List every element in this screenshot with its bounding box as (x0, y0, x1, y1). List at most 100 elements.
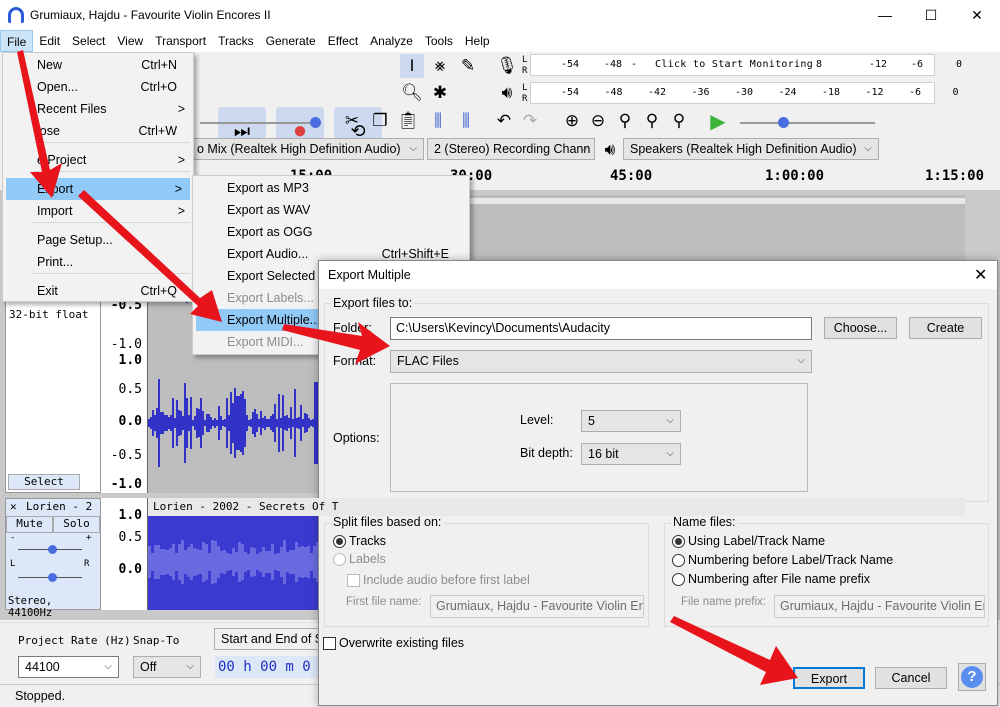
export-menu-item-export-as-ogg[interactable]: Export as OGG (193, 221, 469, 243)
first-file-name-input[interactable]: Grumiaux, Hajdu - Favourite Violin Enc (430, 595, 644, 618)
file-menu-item-recent-files[interactable]: Recent Files > (3, 98, 193, 120)
track2-close-icon[interactable]: ✕ (10, 500, 17, 513)
zoom-tool-icon[interactable]: 🔍︎ (400, 81, 424, 105)
menu-select[interactable]: Select (66, 30, 111, 52)
microphone-icon[interactable]: 🎙︎ (495, 54, 519, 78)
volume-slider[interactable] (200, 117, 321, 128)
draw-tool-icon[interactable]: ✎ (456, 54, 480, 78)
export-button[interactable]: Export (793, 667, 865, 689)
input-device-select[interactable]: o Mix (Realtek High Definition Audio) ⌵ (190, 138, 424, 160)
folder-input[interactable]: C:\Users\Kevincy\Documents\Audacity (390, 317, 812, 340)
track1-select-button[interactable]: Select (8, 474, 80, 490)
gain-slider[interactable] (18, 545, 82, 554)
copy-icon[interactable]: ❐ (368, 109, 392, 133)
menu-help[interactable]: Help (459, 30, 496, 52)
minimize-button[interactable]: — (862, 0, 908, 30)
menu-tools[interactable]: Tools (419, 30, 459, 52)
name-numbering-after-radio[interactable] (672, 573, 685, 586)
split-tracks-radio[interactable] (333, 535, 346, 548)
menu-file[interactable]: File (0, 30, 34, 52)
name-numbering-before-radio[interactable] (672, 554, 685, 567)
cancel-button[interactable]: Cancel (875, 667, 947, 689)
overwrite-checkbox[interactable] (323, 637, 336, 650)
bit-depth-select[interactable]: 16 bit ⌵ (581, 443, 681, 465)
menu-effect[interactable]: Effect (322, 30, 364, 52)
folder-label: Folder: (333, 321, 372, 335)
dialog-close-icon[interactable]: ✕ (974, 265, 987, 285)
track2-name-menu[interactable]: Lorien - 2 (26, 500, 92, 513)
menu-item-label: lose (37, 124, 60, 138)
file-menu-item-import[interactable]: Import > (3, 200, 193, 222)
project-rate-select[interactable]: 44100 ⌵ (18, 656, 119, 678)
menu-generate[interactable]: Generate (260, 30, 322, 52)
file-menu-item-exit[interactable]: Exit Ctrl+Q (3, 280, 193, 302)
menu-view[interactable]: View (111, 30, 149, 52)
file-menu-item-new[interactable]: New Ctrl+N (3, 54, 193, 76)
channels-select[interactable]: 2 (Stereo) Recording Chann ⌵ (427, 138, 595, 160)
meter-tick: -54 (561, 59, 580, 70)
file-menu-item-print-[interactable]: Print... (3, 251, 193, 273)
menu-edit[interactable]: Edit (33, 30, 66, 52)
scale-label: -0.5 (110, 448, 142, 463)
speaker-icon[interactable]: 🔊︎ (495, 81, 519, 105)
menu-analyze[interactable]: Analyze (364, 30, 419, 52)
audacity-logo-icon (8, 7, 24, 23)
export-menu-item-export-as-wav[interactable]: Export as WAV (193, 199, 469, 221)
close-button[interactable]: ✕ (954, 0, 1000, 30)
click-to-monitor-hint[interactable]: Click to Start Monitoring (655, 59, 813, 70)
playback-meter[interactable]: L R -54 -48 -42 -36 -30 -24 -18 -12 -6 0 (522, 82, 959, 104)
zoom-toggle-icon[interactable]: ⚲ (667, 109, 691, 133)
file-menu-item-e-project[interactable]: e Project > (3, 149, 193, 171)
silence-icon[interactable]: ⫼ (454, 109, 478, 133)
snap-to-select[interactable]: Off ⌵ (133, 656, 201, 678)
format-select[interactable]: FLAC Files ⌵ (390, 350, 812, 373)
redo-icon[interactable]: ↷ (518, 109, 542, 133)
include-audio-checkbox[interactable] (347, 574, 360, 587)
maximize-button[interactable]: ☐ (908, 0, 954, 30)
trim-icon[interactable]: ⫼ (426, 109, 450, 133)
help-icon: ? (961, 666, 983, 688)
menu-transport[interactable]: Transport (149, 30, 212, 52)
choose-button[interactable]: Choose... (824, 317, 897, 339)
track1-info: 32-bit float (9, 308, 89, 321)
scale-label: 0.5 (118, 530, 142, 545)
selection-start-time[interactable]: 00 h 00 m 0 (215, 656, 325, 678)
pan-slider[interactable] (18, 573, 82, 582)
multi-tool-icon[interactable]: ✱ (428, 81, 452, 105)
file-menu-item-export[interactable]: Export > (6, 178, 190, 200)
menu-item-label: Export Labels... (227, 291, 314, 305)
menu-item-label: Recent Files (37, 102, 107, 116)
playback-speed-slider[interactable] (740, 117, 875, 128)
undo-icon[interactable]: ↶ (492, 109, 516, 133)
options-panel (390, 383, 808, 492)
timeline-label: 45:00 (610, 168, 653, 184)
create-button[interactable]: Create (909, 317, 982, 339)
zoom-in-icon[interactable]: ⊕ (560, 109, 584, 133)
help-button[interactable]: ? (958, 663, 986, 691)
level-select[interactable]: 5 ⌵ (581, 410, 681, 432)
fit-selection-icon[interactable]: ⚲ (613, 109, 637, 133)
envelope-tool-icon[interactable]: ⨳ (428, 54, 452, 78)
name-using-label-radio[interactable] (672, 535, 685, 548)
export-menu-item-export-as-mp3[interactable]: Export as MP3 (193, 177, 469, 199)
record-meter[interactable]: L R -54 -48- 8 -12 -6 0 Click to Start Monitorin… (522, 54, 962, 76)
paste-icon[interactable]: 📋︎ (396, 109, 420, 133)
mute-button[interactable]: Mute (6, 516, 53, 533)
menu-tracks[interactable]: Tracks (212, 30, 260, 52)
file-name-prefix-input[interactable]: Grumiaux, Hajdu - Favourite Violin Enc (774, 595, 985, 618)
fit-project-icon[interactable]: ⚲ (640, 109, 664, 133)
file-menu-item-open-[interactable]: Open... Ctrl+O (3, 76, 193, 98)
snap-to-label: Snap-To (133, 634, 180, 647)
scale-label: 1.0 (118, 508, 142, 523)
file-menu-item-lose[interactable]: lose Ctrl+W (3, 120, 193, 142)
zoom-out-icon[interactable]: ⊖ (586, 109, 610, 133)
selection-tool-icon[interactable]: I (400, 54, 424, 78)
submenu-chevron-icon: > (177, 204, 185, 218)
cut-icon[interactable]: ✂ (340, 109, 364, 133)
output-device-select[interactable]: Speakers (Realtek High Definition Audio)… (623, 138, 879, 160)
selection-mode-select[interactable]: Start and End of Se (214, 628, 324, 650)
split-labels-radio[interactable] (333, 553, 346, 566)
play-at-speed-icon[interactable]: ▶ (706, 109, 730, 133)
solo-button[interactable]: Solo (53, 516, 100, 533)
file-menu-item-page-setup-[interactable]: Page Setup... (3, 229, 193, 251)
